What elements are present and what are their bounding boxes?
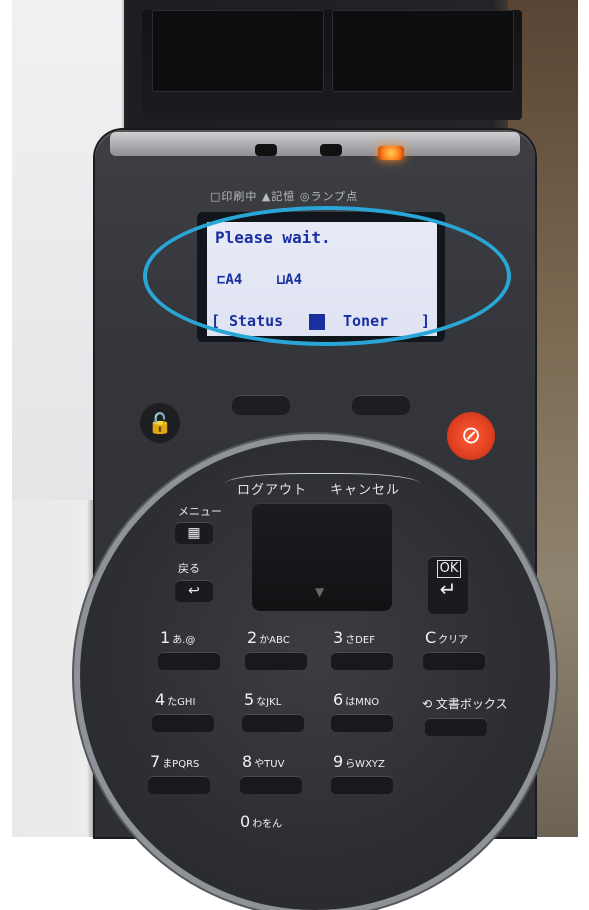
key-1-sub: あ.@ (172, 635, 196, 646)
top-slot-right (332, 10, 514, 92)
data-led (320, 144, 342, 156)
key-2-label: 2 かABC (247, 628, 290, 647)
highlight-circle (143, 206, 511, 346)
key-2-button[interactable] (245, 652, 307, 670)
key-4-sub: たGHI (167, 697, 196, 708)
key-2-digit: 2 (247, 628, 258, 647)
document-box-icon: ⟲ (422, 697, 436, 711)
navigation-pad[interactable]: ▼ (252, 503, 392, 611)
attention-led (378, 146, 404, 160)
back-button[interactable]: ↩ (175, 580, 213, 602)
ready-led (255, 144, 277, 156)
menu-label: メニュー (178, 505, 222, 518)
key-3-digit: 3 (333, 628, 344, 647)
top-slot-left (152, 10, 324, 92)
panel-indicator-labels: □印刷中 ▲記憶 ◎ランプ点 (210, 190, 359, 203)
logout-label: ログアウト (237, 483, 308, 498)
key-1-digit: 1 (160, 628, 171, 647)
indicator-strip (110, 132, 520, 156)
key-6-label: 6 はMNO (333, 690, 379, 709)
key-9-digit: 9 (333, 752, 344, 771)
ok-button[interactable]: OK ↵ (428, 556, 468, 614)
key-9-label: 9 らWXYZ (333, 752, 385, 771)
key-0-label: 0 わをん (240, 812, 282, 831)
key-7-label: 7 まPQRS (150, 752, 199, 771)
key-7-button[interactable] (148, 776, 210, 794)
key-5-button[interactable] (242, 714, 304, 732)
key-1-label: 1 あ.@ (160, 628, 195, 647)
key-6-sub: はMNO (345, 697, 380, 708)
key-0-sub: わをん (252, 819, 283, 830)
stop-icon[interactable]: ⊘ (447, 412, 495, 460)
back-arrow-icon: ↩ (188, 583, 200, 599)
cancel-label: キャンセル (330, 483, 401, 498)
key-8-digit: 8 (242, 752, 253, 771)
lock-icon[interactable]: 🔓 (140, 403, 180, 443)
key-1-button[interactable] (158, 652, 220, 670)
key-9-button[interactable] (331, 776, 393, 794)
clear-button[interactable] (423, 652, 485, 670)
menu-icon: ▦ (187, 525, 201, 541)
key-4-digit: 4 (155, 690, 166, 709)
key-8-button[interactable] (240, 776, 302, 794)
key-2-sub: かABC (259, 635, 290, 646)
enter-icon: ↵ (439, 577, 457, 601)
key-8-sub: やTUV (254, 759, 285, 770)
printer-top (142, 10, 522, 120)
menu-button[interactable]: ▦ (175, 522, 213, 544)
key-6-button[interactable] (331, 714, 393, 732)
key-4-label: 4 たGHI (155, 690, 195, 709)
document-box-label: ⟲ 文書ボックス (422, 695, 508, 712)
key-clear-sub: クリア (438, 635, 469, 646)
softkey-left-button[interactable] (232, 395, 290, 415)
key-8-label: 8 やTUV (242, 752, 284, 771)
document-box-text: 文書ボックス (435, 697, 508, 711)
key-5-label: 5 なJKL (244, 690, 281, 709)
document-box-button[interactable] (425, 718, 487, 736)
logout-cancel-bar[interactable]: ログアウト キャンセル (225, 473, 420, 500)
ok-label: OK (437, 560, 461, 578)
key-7-digit: 7 (150, 752, 161, 771)
key-clear-label: C クリア (425, 628, 468, 647)
key-4-button[interactable] (152, 714, 214, 732)
key-6-digit: 6 (333, 690, 344, 709)
key-0-digit: 0 (240, 812, 251, 831)
down-arrow-icon: ▼ (315, 585, 325, 599)
key-5-digit: 5 (244, 690, 255, 709)
key-clear-digit: C (425, 628, 437, 647)
key-7-sub: まPQRS (162, 759, 200, 770)
key-3-sub: さDEF (345, 635, 375, 646)
key-3-label: 3 さDEF (333, 628, 375, 647)
back-label: 戻る (178, 562, 200, 575)
key-9-sub: らWXYZ (345, 759, 385, 770)
key-3-button[interactable] (331, 652, 393, 670)
key-5-sub: なJKL (256, 697, 282, 708)
softkey-right-button[interactable] (352, 395, 410, 415)
